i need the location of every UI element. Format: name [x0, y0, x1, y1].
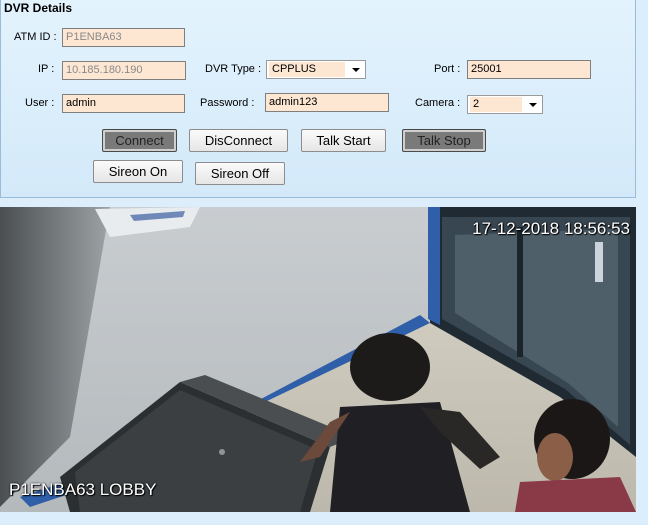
camera-timestamp: 17-12-2018 18:56:53	[472, 219, 630, 238]
dvr-type-label: DVR Type :	[205, 63, 262, 75]
ip-label: IP :	[38, 63, 55, 75]
atm-id-field[interactable]: P1ENBA63	[62, 28, 185, 47]
ip-field[interactable]: 10.185.180.190	[62, 61, 186, 80]
talk-stop-button[interactable]: Talk Stop	[402, 129, 486, 152]
sireon-off-button[interactable]: Sireon Off	[195, 162, 285, 185]
password-label: Password :	[200, 97, 255, 109]
camera-overlay-label: P1ENBA63 LOBBY	[9, 480, 157, 499]
camera-label: Camera :	[415, 97, 461, 109]
dvr-type-select[interactable]: CPPLUS	[266, 60, 366, 79]
dvr-type-value: CPPLUS	[269, 62, 345, 77]
port-field[interactable]: 25001	[467, 60, 591, 79]
sireon-on-button[interactable]: Sireon On	[93, 160, 183, 183]
chevron-down-icon[interactable]	[348, 62, 363, 77]
panel-title: DVR Details	[4, 1, 73, 15]
chevron-down-icon[interactable]	[525, 97, 540, 112]
camera-select[interactable]: 2	[467, 95, 543, 114]
password-field[interactable]: admin123	[265, 93, 389, 112]
user-label: User :	[25, 97, 55, 109]
port-label: Port :	[434, 63, 461, 75]
user-field[interactable]: admin	[62, 94, 185, 113]
dvr-details-panel: DVR Details ATM ID : P1ENBA63 IP : 10.18…	[0, 0, 636, 198]
camera-feed-image	[0, 207, 636, 512]
atm-id-label: ATM ID :	[14, 31, 57, 43]
camera-feed: 17-12-2018 18:56:53 P1ENBA63 LOBBY	[0, 207, 636, 512]
talk-start-button[interactable]: Talk Start	[301, 129, 386, 152]
disconnect-button[interactable]: DisConnect	[189, 129, 288, 152]
connect-button[interactable]: Connect	[102, 129, 177, 152]
camera-value: 2	[470, 97, 522, 112]
